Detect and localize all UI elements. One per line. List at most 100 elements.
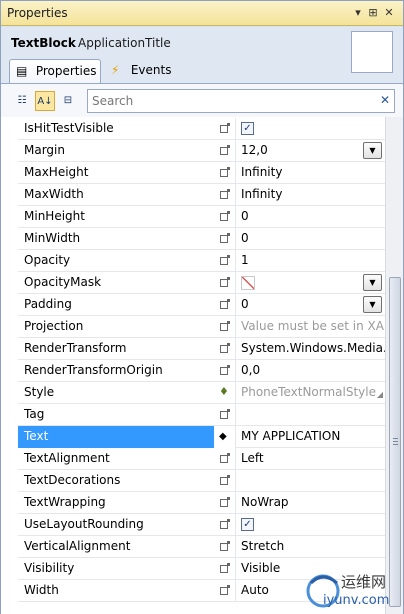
property-value[interactable]: Stretch <box>236 536 385 558</box>
property-row[interactable]: OpacityMask ▼ <box>1 272 385 294</box>
property-row[interactable]: MinWidth 0 <box>1 228 385 250</box>
property-row[interactable]: VerticalAlignment Stretch <box>1 536 385 558</box>
property-row[interactable]: IsHitTestVisible ✓ <box>1 118 385 140</box>
no-brush-swatch-icon[interactable] <box>241 276 255 290</box>
selection-header: TextBlock ApplicationTitle ▤ Properties … <box>1 27 403 83</box>
tab-events[interactable]: ⚡ Events <box>105 59 175 83</box>
property-row[interactable]: MaxHeight Infinity <box>1 162 385 184</box>
property-marker-button[interactable] <box>214 118 236 140</box>
property-value[interactable]: 0 <box>236 206 385 228</box>
dropdown-button[interactable]: ▼ <box>363 274 382 291</box>
property-marker-button[interactable]: ◆ <box>214 426 236 448</box>
row-margin <box>1 382 18 404</box>
property-row[interactable]: RenderTransform System.Windows.Media.Tran… <box>1 338 385 360</box>
categorized-icon[interactable]: ☷ <box>12 91 32 111</box>
checkbox[interactable]: ✓ <box>241 122 254 135</box>
property-value[interactable]: PhoneTextNormalStyle ◢ <box>236 382 385 404</box>
property-marker-button[interactable] <box>214 536 236 558</box>
property-grid: IsHitTestVisible ✓ Margin 12,0 ▼ MaxHeight Inf… <box>1 117 403 614</box>
row-margin <box>1 580 18 602</box>
property-value[interactable]: Infinity <box>236 184 385 206</box>
property-marker-button[interactable] <box>214 514 236 536</box>
property-marker-button[interactable] <box>214 338 236 360</box>
tab-properties[interactable]: ▤ Properties <box>9 59 101 83</box>
sort-az-icon[interactable]: A↓ <box>35 91 55 111</box>
property-name: Padding <box>24 297 72 311</box>
property-value[interactable]: Value must be set in XAML <box>236 316 385 338</box>
property-row[interactable]: TextDecorations <box>1 470 385 492</box>
property-value[interactable]: 0,0 <box>236 360 385 382</box>
property-row[interactable]: Text ◆ MY APPLICATION <box>1 426 385 448</box>
row-margin <box>1 558 18 580</box>
property-value[interactable] <box>236 404 385 426</box>
property-marker-button[interactable] <box>214 206 236 228</box>
advanced-property-icon <box>220 497 230 507</box>
checkbox[interactable]: ✓ <box>241 518 254 531</box>
property-marker-button[interactable] <box>214 404 236 426</box>
row-margin <box>1 338 18 360</box>
property-value[interactable]: ✓ <box>236 514 385 536</box>
dropdown-arrow-icon[interactable]: ▾ <box>351 6 365 20</box>
row-margin <box>1 294 18 316</box>
property-value[interactable]: 0 ▼ <box>236 294 385 316</box>
property-row[interactable]: TextWrapping NoWrap <box>1 492 385 514</box>
property-marker-button[interactable] <box>214 470 236 492</box>
element-preview <box>351 31 393 73</box>
property-row[interactable]: UseLayoutRounding ✓ <box>1 514 385 536</box>
vertical-scrollbar[interactable] <box>385 117 403 614</box>
row-margin <box>1 162 18 184</box>
property-value[interactable]: MY APPLICATION <box>236 426 385 448</box>
property-value-text: Value must be set in XAML <box>241 319 385 333</box>
property-marker-button[interactable] <box>214 184 236 206</box>
property-value[interactable] <box>236 470 385 492</box>
property-name: MaxWidth <box>24 187 84 201</box>
property-marker-button[interactable] <box>214 558 236 580</box>
property-row[interactable]: Tag <box>1 404 385 426</box>
property-value[interactable]: Infinity <box>236 162 385 184</box>
property-value[interactable]: ▼ <box>236 272 385 294</box>
property-marker-button[interactable] <box>214 250 236 272</box>
property-row[interactable]: Opacity 1 <box>1 250 385 272</box>
property-marker-button[interactable] <box>214 272 236 294</box>
property-value[interactable]: 0 <box>236 228 385 250</box>
property-marker-button[interactable] <box>214 492 236 514</box>
property-marker-button[interactable] <box>214 162 236 184</box>
property-marker-button[interactable] <box>214 316 236 338</box>
property-row[interactable]: RenderTransformOrigin 0,0 <box>1 360 385 382</box>
property-pages-icon[interactable]: ⊟ <box>58 91 78 111</box>
property-row[interactable]: MaxWidth Infinity <box>1 184 385 206</box>
scrollbar-thumb[interactable] <box>389 277 401 607</box>
property-row[interactable]: Padding 0 ▼ <box>1 294 385 316</box>
property-value-text: System.Windows.Media.TranslateTransform <box>241 341 385 355</box>
property-row[interactable]: Projection Value must be set in XAML <box>1 316 385 338</box>
property-value[interactable]: ✓ <box>236 118 385 140</box>
property-value[interactable]: Left <box>236 448 385 470</box>
property-value[interactable]: 12,0 ▼ <box>236 140 385 162</box>
property-row[interactable]: TextAlignment Left <box>1 448 385 470</box>
property-marker-button[interactable] <box>214 228 236 250</box>
property-name: Projection <box>24 319 84 333</box>
row-margin <box>1 184 18 206</box>
pin-icon[interactable]: ⊞ <box>366 6 380 20</box>
property-row[interactable]: MinHeight 0 <box>1 206 385 228</box>
property-marker-button[interactable]: ♦ <box>214 382 236 404</box>
property-value[interactable]: 1 <box>236 250 385 272</box>
advanced-property-icon <box>220 453 230 463</box>
property-marker-button[interactable] <box>214 140 236 162</box>
property-marker-button[interactable] <box>214 448 236 470</box>
property-marker-button[interactable] <box>214 294 236 316</box>
row-margin <box>1 360 18 382</box>
clear-icon[interactable]: ✕ <box>380 93 390 107</box>
thumb-grip <box>393 441 398 442</box>
property-value[interactable]: NoWrap <box>236 492 385 514</box>
property-value[interactable]: System.Windows.Media.TranslateTransform <box>236 338 385 360</box>
dropdown-button[interactable]: ▼ <box>363 142 382 159</box>
search-input[interactable] <box>92 92 372 110</box>
dropdown-button[interactable]: ▼ <box>363 296 382 313</box>
advanced-property-icon <box>220 211 230 221</box>
property-marker-button[interactable] <box>214 580 236 602</box>
property-row[interactable]: Style ♦ PhoneTextNormalStyle ◢ <box>1 382 385 404</box>
property-row[interactable]: Margin 12,0 ▼ <box>1 140 385 162</box>
property-marker-button[interactable] <box>214 360 236 382</box>
close-icon[interactable]: ✕ <box>382 6 396 20</box>
